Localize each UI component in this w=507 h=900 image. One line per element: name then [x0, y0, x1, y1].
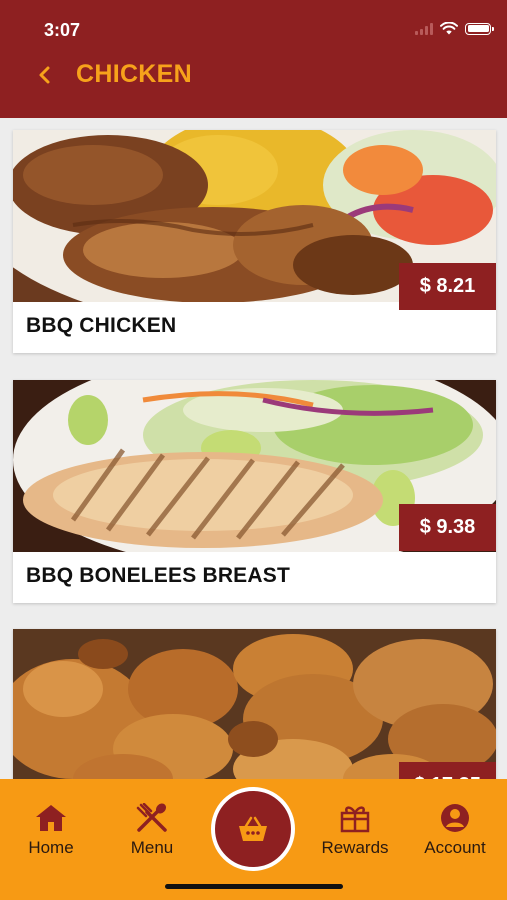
- nav-rewards-label: Rewards: [321, 838, 389, 857]
- menu-item-card[interactable]: $ 17.35: [13, 629, 496, 780]
- nav-home[interactable]: Home: [6, 803, 96, 858]
- cellular-signal-icon: [415, 22, 433, 35]
- price-badge: $ 9.38: [399, 504, 496, 551]
- menu-item-card[interactable]: $ 8.21 BBQ CHICKEN: [13, 130, 496, 353]
- account-icon: [441, 804, 469, 832]
- menu-item-name: BBQ BONELEES BREAST: [26, 564, 290, 587]
- menu-item-list[interactable]: $ 8.21 BBQ CHICKEN $ 9.38 BBQ BONELEES B…: [0, 118, 507, 780]
- chevron-left-icon: [39, 66, 50, 84]
- app-header: 3:07 CHICKEN: [0, 0, 507, 118]
- basket-icon: [239, 816, 267, 841]
- wifi-icon: [440, 22, 458, 35]
- cart-button[interactable]: [211, 787, 295, 871]
- price-badge: $ 8.21: [399, 263, 496, 310]
- fork-spoon-icon: [136, 803, 167, 832]
- nav-account-label: Account: [424, 838, 486, 857]
- back-button[interactable]: [33, 62, 57, 88]
- page-title: CHICKEN: [76, 60, 192, 88]
- food-image: [13, 629, 496, 780]
- nav-menu[interactable]: Menu: [107, 803, 197, 858]
- status-time: 3:07: [44, 20, 81, 40]
- nav-account[interactable]: Account: [410, 803, 500, 858]
- nav-home-label: Home: [28, 838, 74, 857]
- bottom-navigation: Home Menu Rewards Account: [0, 779, 507, 900]
- nav-rewards[interactable]: Rewards: [310, 803, 400, 858]
- nav-menu-label: Menu: [130, 838, 174, 857]
- home-indicator: [165, 884, 343, 889]
- menu-item-card[interactable]: $ 9.38 BBQ BONELEES BREAST: [13, 380, 496, 603]
- price-badge: $ 17.35: [399, 762, 496, 780]
- home-icon: [36, 805, 66, 831]
- status-icons: [415, 22, 494, 35]
- menu-item-name: BBQ CHICKEN: [26, 314, 177, 337]
- gift-icon: [340, 806, 370, 833]
- battery-icon: [465, 22, 494, 35]
